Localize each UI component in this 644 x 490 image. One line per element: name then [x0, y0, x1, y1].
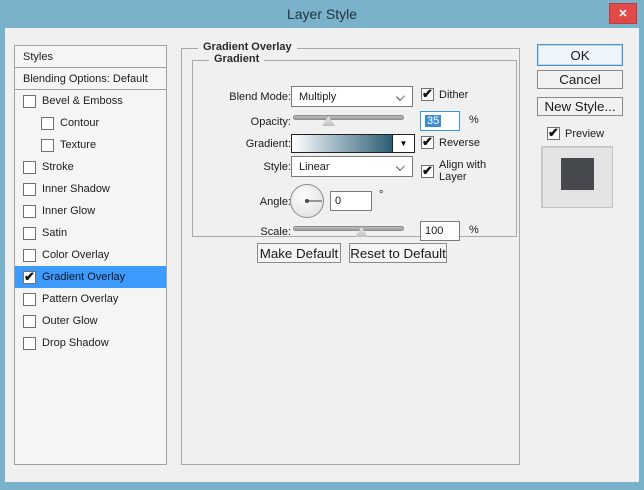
- scale-field[interactable]: 100: [420, 221, 460, 241]
- dialog-title: Layer Style: [286, 6, 358, 22]
- sidebar-item-blending-options-default[interactable]: Blending Options: Default: [15, 68, 166, 90]
- sidebar-item-label: Color Overlay: [42, 249, 110, 261]
- sidebar-item-label: Styles: [23, 50, 53, 63]
- layer-style-dialog: Layer Style ✕ Styles Blending Options: De…: [0, 0, 644, 490]
- sidebar-item-checkbox[interactable]: [23, 182, 36, 196]
- angle-field[interactable]: 0: [330, 191, 372, 211]
- sidebar-item-inner-shadow[interactable]: Inner Shadow: [15, 178, 166, 200]
- dither-checkbox-row[interactable]: Dither: [421, 86, 469, 102]
- dialog-body: Styles Blending Options: Default Bevel & E…: [5, 28, 639, 482]
- sidebar-item-label: Pattern Overlay: [42, 293, 119, 305]
- sidebar-item-label: Inner Glow: [42, 205, 96, 217]
- sidebar-item-checkbox[interactable]: [41, 138, 54, 152]
- preview-thumbnail: [541, 146, 613, 208]
- sidebar-item-label: Texture: [60, 139, 97, 151]
- styles-sidebar: Styles Blending Options: Default Bevel & E…: [14, 45, 167, 465]
- sidebar-item-label: Satin: [42, 227, 68, 239]
- align-with-layer-checkbox[interactable]: [421, 163, 434, 179]
- preview-label: Preview: [565, 127, 605, 140]
- dither-label: Dither: [439, 88, 469, 101]
- reset-to-default-button[interactable]: Reset to Default: [349, 243, 447, 263]
- sidebar-item-satin[interactable]: Satin: [15, 222, 166, 244]
- align-checkbox-row[interactable]: Align with Layer: [421, 159, 516, 183]
- scale-slider[interactable]: [293, 224, 404, 238]
- sidebar-item-checkbox[interactable]: [23, 248, 36, 262]
- sidebar-item-stroke[interactable]: Stroke: [15, 156, 166, 178]
- gradient-label: Gradient:: [245, 138, 291, 150]
- dither-checkbox[interactable]: [421, 86, 434, 102]
- blend-mode-label: Blend Mode:: [229, 91, 291, 103]
- opacity-slider[interactable]: [293, 113, 404, 127]
- angle-value: 0: [335, 195, 342, 207]
- style-select[interactable]: Linear: [291, 156, 413, 177]
- make-default-button[interactable]: Make Default: [257, 243, 341, 263]
- sidebar-item-checkbox[interactable]: [41, 116, 54, 130]
- sidebar-item-checkbox[interactable]: [23, 226, 36, 240]
- style-value: Linear: [299, 160, 330, 173]
- opacity-slider-track[interactable]: [293, 115, 404, 120]
- sidebar-item-checkbox[interactable]: [23, 269, 36, 285]
- preview-checkbox[interactable]: [547, 125, 560, 141]
- new-style-button[interactable]: New Style...: [537, 97, 623, 116]
- sidebar-item-checkbox[interactable]: [23, 314, 36, 328]
- angle-dial-center: [305, 199, 309, 203]
- gradient-subgroup: Gradient Blend Mode: Multiply Dither Opa…: [192, 53, 517, 241]
- blend-mode-value: Multiply: [299, 90, 337, 103]
- align-with-layer-label: Align with Layer: [439, 159, 487, 183]
- cancel-button[interactable]: Cancel: [537, 70, 623, 89]
- gradient-dropdown-arrow-icon[interactable]: ▼: [392, 135, 414, 152]
- sidebar-item-inner-glow[interactable]: Inner Glow: [15, 200, 166, 222]
- reverse-label: Reverse: [439, 136, 480, 149]
- sidebar-item-gradient-overlay[interactable]: Gradient Overlay: [15, 266, 166, 288]
- ok-button[interactable]: OK: [537, 44, 623, 66]
- sidebar-item-contour[interactable]: Contour: [15, 112, 166, 134]
- sidebar-item-drop-shadow[interactable]: Drop Shadow: [15, 332, 166, 354]
- sidebar-item-styles[interactable]: Styles: [15, 46, 166, 68]
- scale-label: Scale:: [260, 226, 291, 238]
- sidebar-item-checkbox[interactable]: [23, 336, 36, 350]
- sidebar-item-texture[interactable]: Texture: [15, 134, 166, 156]
- scale-unit: %: [469, 224, 479, 236]
- angle-dial[interactable]: [290, 184, 324, 218]
- opacity-value: 35: [425, 115, 442, 127]
- sidebar-item-label: Inner Shadow: [42, 183, 110, 195]
- style-label: Style:: [263, 161, 291, 173]
- sidebar-item-label: Drop Shadow: [42, 337, 109, 349]
- chevron-down-icon: [396, 92, 405, 101]
- sidebar-item-checkbox[interactable]: [23, 292, 36, 306]
- sidebar-item-bevel-emboss[interactable]: Bevel & Emboss: [15, 90, 166, 112]
- reverse-checkbox[interactable]: [421, 134, 434, 150]
- opacity-field[interactable]: 35: [420, 111, 460, 131]
- sidebar-item-checkbox[interactable]: [23, 160, 36, 174]
- sidebar-item-label: Outer Glow: [42, 315, 98, 327]
- sidebar-item-label: Bevel & Emboss: [42, 95, 123, 107]
- opacity-unit: %: [469, 114, 479, 126]
- opacity-label: Opacity:: [250, 116, 291, 128]
- sidebar-item-checkbox[interactable]: [23, 204, 36, 218]
- sidebar-item-label: Blending Options: Default: [23, 72, 148, 85]
- blend-mode-select[interactable]: Multiply: [291, 86, 413, 107]
- gradient-swatch[interactable]: [292, 135, 392, 152]
- chevron-down-icon: [396, 162, 405, 171]
- sidebar-item-label: Gradient Overlay: [42, 271, 126, 283]
- close-icon[interactable]: ✕: [609, 3, 637, 24]
- sidebar-item-label: Contour: [60, 117, 100, 129]
- group-title: Gradient Overlay: [198, 41, 297, 53]
- scale-value: 100: [425, 225, 444, 237]
- angle-label: Angle:: [259, 196, 291, 208]
- preview-swatch: [561, 158, 594, 190]
- sidebar-item-label: Stroke: [42, 161, 74, 173]
- titlebar[interactable]: Layer Style ✕: [0, 0, 644, 28]
- sidebar-item-outer-glow[interactable]: Outer Glow: [15, 310, 166, 332]
- angle-dial-needle: [307, 200, 322, 202]
- scale-slider-track[interactable]: [293, 226, 404, 231]
- sidebar-item-color-overlay[interactable]: Color Overlay: [15, 244, 166, 266]
- sidebar-item-checkbox[interactable]: [23, 94, 36, 108]
- gradient-picker[interactable]: ▼: [291, 134, 415, 153]
- reverse-checkbox-row[interactable]: Reverse: [421, 134, 480, 150]
- subgroup-title: Gradient: [209, 53, 265, 65]
- preview-checkbox-row[interactable]: Preview: [547, 125, 605, 141]
- angle-unit: °: [379, 189, 384, 201]
- sidebar-item-pattern-overlay[interactable]: Pattern Overlay: [15, 288, 166, 310]
